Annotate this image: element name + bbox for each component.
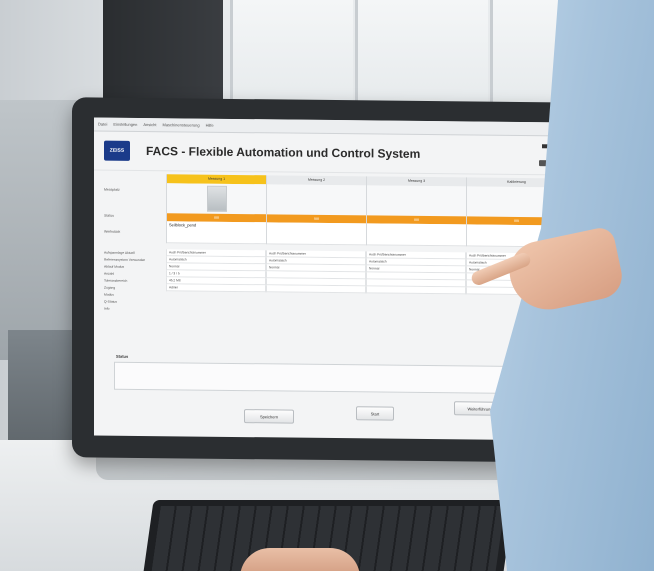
measurement-grid: Messplatz Messung 1 Messung 2 Messung 3 (102, 174, 566, 317)
workpiece-cell[interactable] (267, 222, 366, 246)
start-button[interactable]: Start (356, 406, 394, 421)
menu-item-einstellungen[interactable]: Einstellungen (113, 122, 137, 127)
app-header: ZEISS FACS - Flexible Automation und Con… (94, 131, 572, 176)
row-label-workpiece: Werkstück (104, 229, 121, 234)
menu-item-datei[interactable]: Datei (98, 122, 107, 127)
background-window (230, 0, 353, 110)
param-cell[interactable] (366, 307, 466, 315)
menu-item-hilfe[interactable]: Hilfe (206, 123, 214, 128)
zeiss-logo: ZEISS (104, 140, 130, 161)
row-label-top: Messplatz (104, 187, 120, 192)
background-window (355, 0, 488, 110)
menu-item-maschinensteuerung[interactable]: Maschinensteuerung (163, 122, 200, 127)
part-thumbnail (206, 185, 227, 212)
workpiece-cell[interactable]: Seilblock_pend (167, 221, 266, 245)
column-3[interactable]: Messung 3 (366, 176, 466, 217)
column-2[interactable]: Messung 2 (266, 175, 366, 216)
menu-item-ansicht[interactable]: Ansicht (143, 122, 156, 127)
photo-scene: Datei Einstellungen Ansicht Maschinenste… (0, 0, 654, 571)
typing-hand (240, 548, 360, 571)
save-button[interactable]: Speichern (244, 409, 294, 424)
param-cell[interactable] (266, 306, 366, 314)
workpiece-cell[interactable] (367, 223, 466, 247)
column-1[interactable]: Messung 1 (166, 174, 266, 215)
status-label: Status (116, 353, 129, 359)
status-textbox[interactable] (114, 361, 556, 395)
app-title: FACS - Flexible Automation und Control S… (146, 144, 421, 161)
parameter-table: Aufspannlage Aktuell Auch Prüfberichtsnum… (102, 249, 566, 317)
param-label: Info (104, 306, 110, 311)
background-pillar (103, 0, 223, 110)
param-cell[interactable] (166, 305, 266, 313)
